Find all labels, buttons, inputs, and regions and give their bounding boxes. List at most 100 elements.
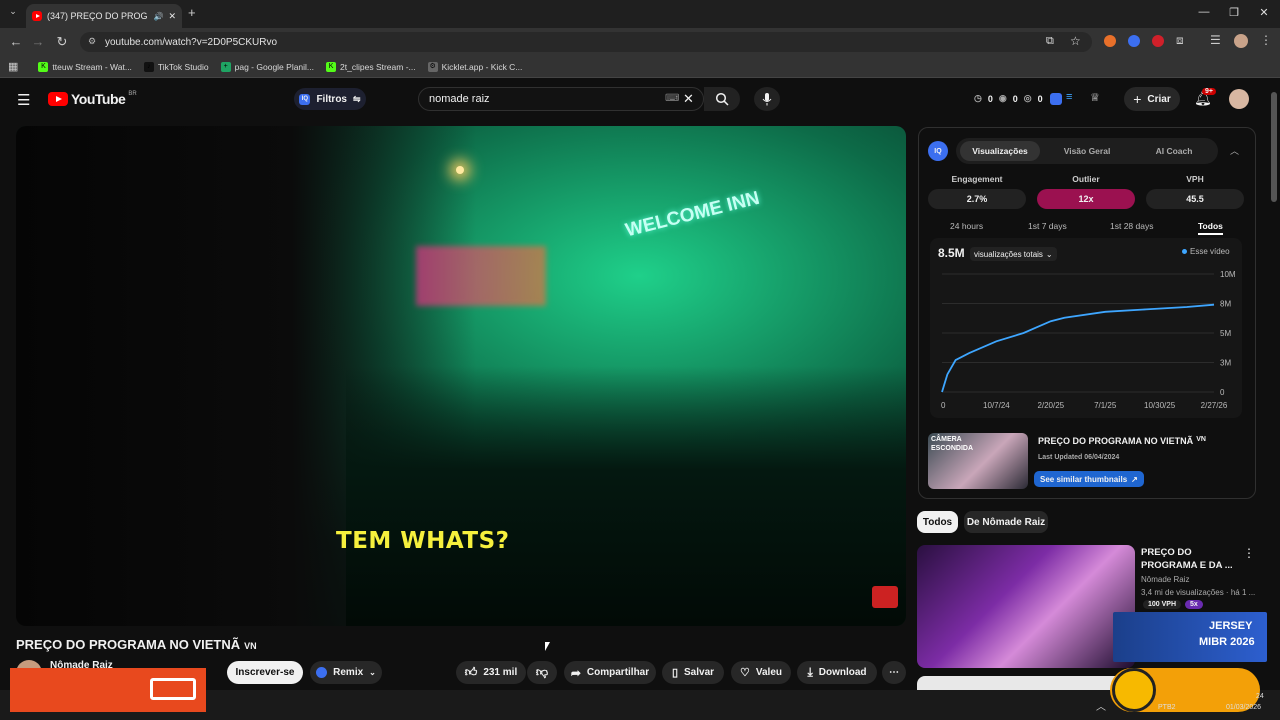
engagement-label: Engagement [951, 174, 1003, 184]
chart-metric-dropdown[interactable]: visualizações totais ⌄ [970, 247, 1057, 261]
share-label: Compartilhar [586, 667, 650, 678]
account-avatar[interactable] [1229, 89, 1249, 109]
related-thumbnail[interactable] [917, 545, 1135, 668]
site-info-icon[interactable]: ⚙ [88, 36, 96, 47]
ad-overlay[interactable]: JERSEY MIBR 2026 [1113, 612, 1267, 662]
bookmark-label: TikTok Studio [157, 61, 209, 72]
filters-button[interactable]: IQ Filtros ⇋ [294, 88, 366, 110]
browser-tab[interactable]: (347) PREÇO DO PROGRAMA 🔊 ✕ [26, 4, 182, 28]
like-count: 231 mil [483, 667, 518, 678]
tab-visualizacoes[interactable]: Visualizações [960, 141, 1040, 161]
search-value: nomade raiz [429, 93, 490, 105]
video-watermark [872, 586, 898, 608]
y-tick-label: 3M [1220, 359, 1231, 368]
bookmark-item[interactable]: ⚙ Kicklet.app - Kick C... [427, 61, 522, 72]
legend-label: Esse vídeo [1190, 247, 1230, 256]
legend-dot [1182, 249, 1187, 254]
overlay-circle-icon [1112, 668, 1156, 712]
related-next-thumbnail[interactable] [917, 676, 1135, 690]
download-button[interactable]: ⤓ Download [797, 661, 877, 684]
maximize-button[interactable]: ❐ [1226, 6, 1242, 19]
search-button[interactable] [704, 87, 740, 111]
notifications-button[interactable]: 🔔︎ 9+ [1194, 88, 1216, 107]
related-more-icon[interactable]: ⋮ [1243, 546, 1255, 560]
iq-toolbar-icon[interactable] [1050, 93, 1062, 105]
remix-label: Remix [333, 667, 364, 678]
range-28d[interactable]: 1st 28 days [1110, 221, 1153, 231]
taskbar-chevron-icon[interactable]: ︿ [1096, 698, 1106, 713]
reload-icon[interactable]: ↻ [54, 34, 70, 50]
youtube-logo[interactable]: YouTube BR [48, 91, 137, 107]
voice-search-button[interactable] [754, 87, 780, 111]
share-button[interactable]: ➦ Compartilhar [564, 661, 656, 684]
reading-list-icon[interactable]: ☰ [1210, 33, 1221, 47]
profile-avatar[interactable] [1234, 34, 1248, 48]
browser-menu-icon[interactable]: ⋮ [1260, 33, 1272, 47]
range-24h[interactable]: 24 hours [950, 221, 983, 231]
y-tick-label: 8M [1220, 300, 1231, 309]
range-7d[interactable]: 1st 7 days [1028, 221, 1067, 231]
search-input[interactable]: nomade raiz ⌨ ✕ [418, 87, 704, 111]
chip-channel[interactable]: De Nômade Raiz [964, 511, 1048, 533]
subscribe-button[interactable]: Inscrever-se [227, 661, 303, 684]
bookmark-label: pag - Google Planil... [234, 61, 315, 72]
forward-icon[interactable]: → [30, 34, 46, 49]
iq-thumbnail[interactable]: CÂMERA ESCONDIDA [928, 433, 1028, 489]
iq-thumb-title-flag: VN [1196, 436, 1206, 443]
download-label: Download [818, 667, 867, 678]
tab-visao-geral[interactable]: Visão Geral [1046, 141, 1128, 161]
bookmark-star-icon[interactable]: ☆ [1070, 34, 1081, 48]
chip-todos[interactable]: Todos [917, 511, 958, 533]
list-icon[interactable]: ≡ [1066, 91, 1072, 103]
address-bar[interactable]: ⚙ youtube.com/watch?v=2D0P5CKURvo ⧉ ☆ [80, 32, 1092, 52]
page-scrollbar[interactable] [1271, 92, 1277, 202]
new-tab-button[interactable]: + [188, 5, 196, 20]
related-channel[interactable]: Nômade Raiz [1141, 575, 1189, 584]
extension-iq-icon[interactable] [1128, 35, 1140, 47]
save-button[interactable]: ▯ Salvar [662, 661, 724, 684]
back-icon[interactable]: ← [8, 34, 24, 49]
bookmark-favicon-icon: + [220, 61, 231, 72]
collapse-icon[interactable]: ︿ [1230, 144, 1239, 157]
clock-icon: ◷ [974, 93, 982, 103]
trophy-icon[interactable]: ♕ [1090, 91, 1100, 104]
subscribe-label: Inscrever-se [235, 667, 295, 678]
minimize-button[interactable]: — [1196, 6, 1212, 18]
valeu-button[interactable]: ♡ Valeu [731, 661, 791, 684]
tab-list-button[interactable]: ⌄ [6, 6, 20, 20]
extension-icon[interactable] [1104, 35, 1116, 47]
close-window-button[interactable]: ✕ [1256, 6, 1272, 19]
more-icon: ⋯ [889, 667, 899, 678]
speaker-icon[interactable]: 🔊 [153, 12, 163, 21]
chevron-down-icon: ⌄ [1045, 249, 1053, 259]
remix-button[interactable]: Remix ⌄ [310, 661, 382, 684]
install-app-icon[interactable]: ⧉ [1046, 35, 1054, 48]
iq-icon: IQ [299, 93, 311, 105]
see-similar-button[interactable]: See similar thumbnails ↗ [1034, 471, 1144, 487]
tab-close-icon[interactable]: ✕ [168, 11, 176, 22]
apps-grid-icon[interactable]: ▦ [8, 60, 18, 73]
like-button[interactable]: 👍︎ 231 mil [456, 661, 526, 684]
views-line-chart: 10M 8M 5M 3M 0 0 10/7/24 2/20/25 7/1/25 10/30/25 2… [941, 270, 1236, 410]
logo-text: YouTube [71, 91, 126, 107]
bookmark-item[interactable]: ♪ TikTok Studio [143, 61, 209, 72]
taskbar-language[interactable]: PTB2 [1158, 704, 1176, 711]
extensions-puzzle-icon[interactable]: ⧈ [1176, 33, 1184, 48]
tab-ai-coach[interactable]: AI Coach [1134, 141, 1214, 161]
keyboard-icon[interactable]: ⌨ [665, 93, 679, 104]
related-title[interactable]: PREÇO DO PROGRAMA E DA ... [1141, 546, 1237, 572]
extension-red-icon[interactable] [1152, 35, 1164, 47]
range-all[interactable]: Todos [1198, 221, 1223, 235]
dislike-button[interactable]: 👎︎ [527, 661, 557, 684]
menu-icon[interactable]: ☰ [17, 91, 30, 109]
sliders-icon: ⇋ [353, 93, 361, 104]
street-lights [456, 166, 464, 174]
clear-search-icon[interactable]: ✕ [683, 91, 694, 107]
more-actions-button[interactable]: ⋯ [882, 661, 906, 684]
heart-dollar-icon: ♡ [739, 667, 750, 679]
create-button[interactable]: + Criar [1124, 87, 1180, 111]
bookmark-item[interactable]: Ktteuw Stream - Wat... [38, 61, 132, 72]
bookmark-item[interactable]: + pag - Google Planil... [220, 61, 315, 72]
bookmark-item[interactable]: K 2t_clipes Stream -... [326, 61, 416, 72]
video-caption: TEM WHATS? [336, 528, 510, 554]
